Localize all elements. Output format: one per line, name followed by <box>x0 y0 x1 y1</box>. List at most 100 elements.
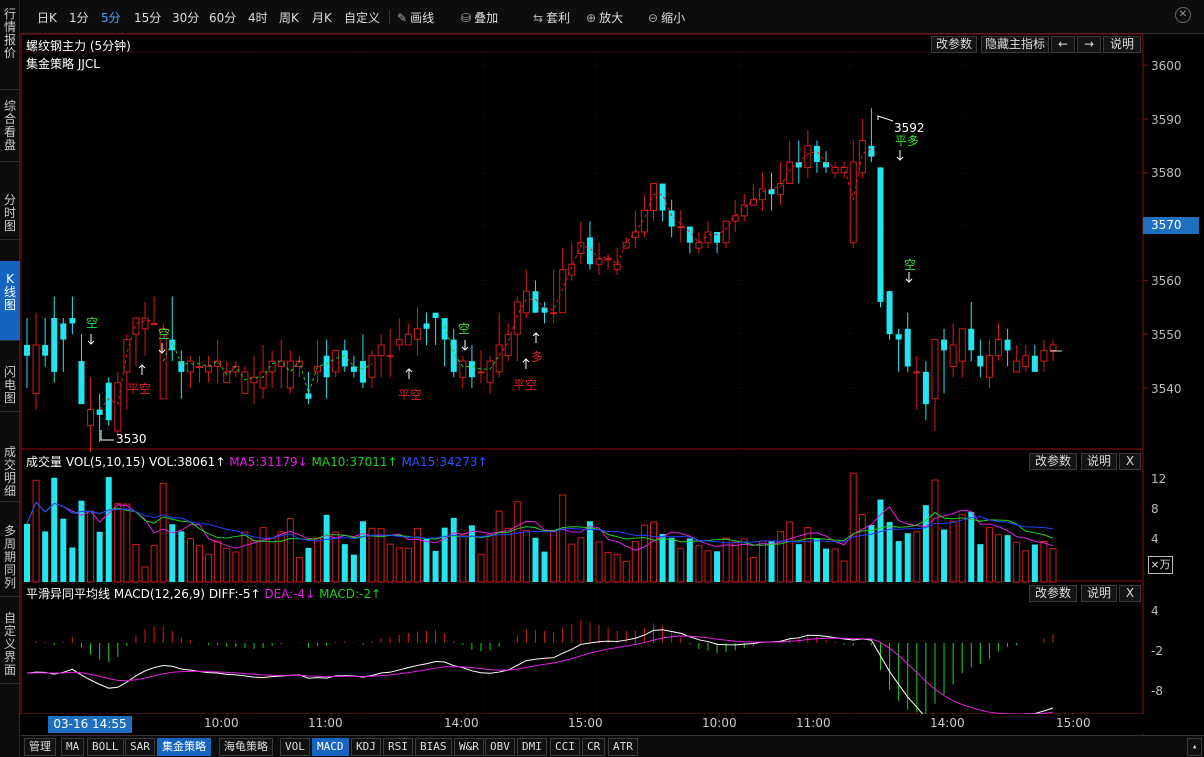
candle-body <box>513 301 521 335</box>
macd-params: MACD(12,26,9) <box>113 587 205 601</box>
tab-vol[interactable]: VOL <box>280 738 310 756</box>
candle-body <box>922 371 929 405</box>
candle-body <box>895 334 902 340</box>
candle-body <box>795 162 802 168</box>
y-label: 4 <box>1151 532 1159 546</box>
candle-body <box>868 145 875 157</box>
tab-turtle[interactable]: 海龟策略 <box>219 738 273 756</box>
arrow-left-button[interactable]: ← <box>1051 36 1075 53</box>
volume-edit-params-button[interactable]: 改参数 <box>1029 453 1077 470</box>
candle-body <box>51 318 58 372</box>
volume-bar <box>51 477 58 582</box>
volume-bar <box>786 521 794 583</box>
candle-body <box>150 322 158 325</box>
volume-bar <box>704 550 712 583</box>
volume-bar <box>823 548 830 582</box>
macd-close-button[interactable]: X <box>1119 585 1141 602</box>
signal-close-short: 平空 <box>127 382 152 396</box>
candle-body <box>32 344 40 394</box>
candle-body <box>377 344 385 357</box>
macd-edit-params-button[interactable]: 改参数 <box>1029 585 1077 602</box>
x-tick: 10:00 <box>702 716 737 730</box>
volume-bar <box>731 541 739 583</box>
candle-body <box>1049 344 1057 351</box>
tab-wr[interactable]: W&R <box>454 738 484 756</box>
y-label: -2 <box>1151 644 1163 658</box>
y-label: 8 <box>1151 502 1159 516</box>
volume-bar <box>286 518 294 583</box>
tab-kdj[interactable]: KDJ <box>351 738 381 756</box>
tab-atr[interactable]: ATR <box>608 738 638 756</box>
tab-ma[interactable]: MA <box>61 738 85 756</box>
candle-body <box>714 231 721 243</box>
candle-body <box>141 317 149 330</box>
explain-button[interactable]: 说明 <box>1103 36 1141 53</box>
volume-bar <box>532 537 539 582</box>
volume-bar <box>268 537 276 583</box>
candle-body <box>78 361 85 405</box>
candle-body <box>613 263 621 271</box>
volume-bar <box>250 540 258 583</box>
candle-body <box>622 242 630 249</box>
volume-bar <box>295 557 303 583</box>
x-tick: 15:00 <box>1056 716 1091 730</box>
volume-bar <box>677 547 685 583</box>
volume-bar <box>241 531 249 583</box>
tab-cr[interactable]: CR <box>582 738 606 756</box>
tab-obv[interactable]: OBV <box>485 738 515 756</box>
signal-long: 多 <box>531 350 544 364</box>
volume-bar <box>877 499 884 582</box>
arrow-right-button[interactable]: → <box>1077 36 1101 53</box>
candle-body <box>649 183 657 211</box>
strategy-label: 集金策略 JJCL <box>26 57 100 71</box>
volume-bar <box>1040 541 1048 583</box>
candle-body <box>722 220 730 244</box>
candle-body <box>477 371 485 374</box>
y-label: 3580 <box>1151 166 1182 180</box>
volume-bar <box>1022 550 1030 583</box>
volume-bar <box>795 544 802 582</box>
candle-body <box>823 162 830 168</box>
volume-bar <box>1013 541 1021 583</box>
volume-close-button[interactable]: X <box>1119 453 1141 470</box>
candle-body <box>804 145 812 168</box>
volume-explain-button[interactable]: 说明 <box>1081 453 1117 470</box>
volume-bar <box>513 501 521 583</box>
volume-bar <box>604 551 612 583</box>
volume-bar <box>386 543 394 583</box>
tab-dmi[interactable]: DMI <box>517 738 547 756</box>
chart-canvas[interactable] <box>0 0 1204 757</box>
candle-body <box>1013 360 1021 373</box>
candle-body <box>985 355 993 378</box>
candle-body <box>677 226 685 229</box>
tab-sar[interactable]: SAR <box>125 738 155 756</box>
macd-explain-button[interactable]: 说明 <box>1081 585 1117 602</box>
volume-bar <box>359 521 366 582</box>
candle-body <box>550 312 558 315</box>
candle-body <box>432 312 439 319</box>
volume-bar <box>468 525 475 582</box>
current-price-tag: 3570 <box>1143 217 1199 234</box>
tab-macd[interactable]: MACD <box>312 738 349 756</box>
candle-body <box>522 290 530 314</box>
edit-params-button[interactable]: 改参数 <box>931 36 977 53</box>
candle-body <box>1004 339 1011 351</box>
tab-boll[interactable]: BOLL <box>87 738 124 756</box>
tab-cci[interactable]: CCI <box>550 738 580 756</box>
hide-main-indicator-button[interactable]: 隐藏主指标 <box>981 36 1049 53</box>
candle-body <box>386 355 394 358</box>
candle-body <box>941 339 948 351</box>
tab-bias[interactable]: BIAS <box>415 738 452 756</box>
strategy-line <box>498 148 872 356</box>
volume-bar <box>849 472 857 583</box>
candle-body <box>359 361 366 383</box>
volume-bar <box>186 538 194 583</box>
tab-rsi[interactable]: RSI <box>383 738 413 756</box>
volume-bar <box>78 500 85 582</box>
signal-short: 空 <box>86 316 99 330</box>
expand-icon[interactable]: ▴ <box>1187 738 1203 756</box>
candle-body <box>395 339 403 346</box>
volume-bar <box>622 560 630 583</box>
tab-jjcl[interactable]: 集金策略 <box>157 738 211 756</box>
tab-manage[interactable]: 管理 <box>24 738 56 756</box>
